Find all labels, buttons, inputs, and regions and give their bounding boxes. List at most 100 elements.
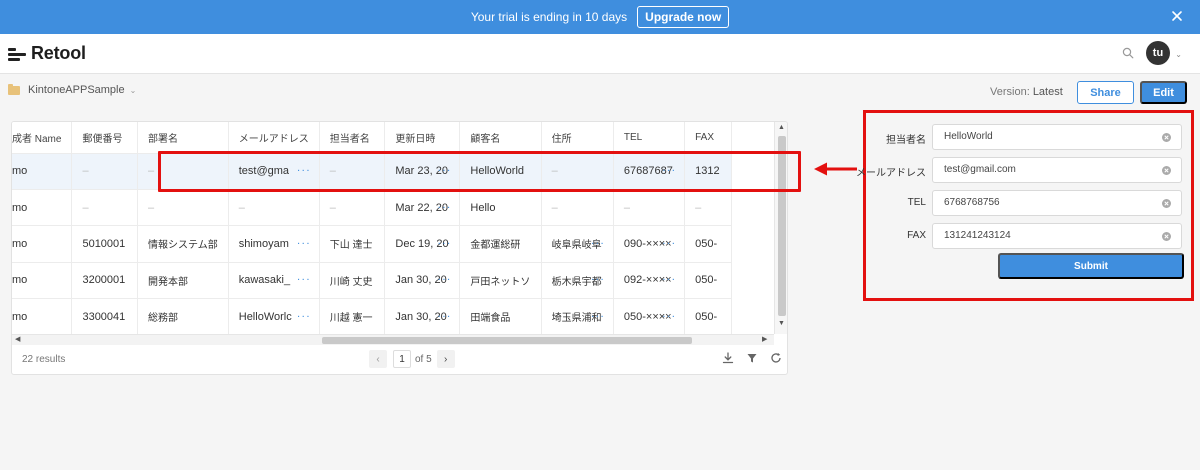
column-header[interactable]: 担当者名 (319, 122, 386, 154)
table-cell[interactable]: 岐阜県岐阜 ··· (541, 225, 614, 263)
table-cell[interactable]: 3300041 (71, 298, 139, 334)
clear-icon[interactable] (1162, 199, 1171, 208)
retool-logo[interactable]: Retool (8, 43, 86, 64)
next-page-button[interactable]: › (436, 350, 455, 368)
table-cell[interactable]: mo (12, 189, 73, 227)
table-cell[interactable]: 050-×××× ··· (613, 298, 686, 334)
column-header[interactable]: 部署名 (137, 122, 229, 154)
table-cell[interactable]: 埼玉県浦和 ··· (541, 298, 614, 334)
table-cell[interactable]: Hello (459, 189, 542, 227)
table-cell[interactable]: HelloWorlc ··· (228, 298, 320, 334)
more-icon[interactable]: ··· (662, 237, 676, 249)
app-selector[interactable]: KintoneAPPSample ⌄ (8, 83, 136, 96)
avatar[interactable]: tu (1146, 41, 1170, 65)
table-cell[interactable]: 開発本部 (137, 262, 229, 300)
table-cell[interactable]: mo (12, 262, 73, 300)
table-cell[interactable]: 090-×××× ··· (613, 225, 686, 263)
table-cell[interactable]: Jan 30, 20 ··· (384, 262, 461, 300)
fax-input[interactable]: 131241243124 (932, 223, 1182, 249)
scroll-down-icon[interactable]: ▼ (778, 320, 785, 327)
table-cell[interactable]: Jan 30, 20 ··· (384, 298, 461, 334)
more-icon[interactable]: ··· (662, 310, 676, 322)
search-icon[interactable] (1122, 47, 1134, 59)
column-header[interactable]: FAX (684, 122, 732, 154)
tel-input[interactable]: 6768768756 (932, 190, 1182, 216)
table-cell[interactable]: – (71, 189, 139, 227)
more-icon[interactable]: ··· (437, 201, 451, 213)
more-icon[interactable]: ··· (437, 237, 451, 249)
table-cell[interactable]: – (137, 189, 229, 227)
table-cell[interactable]: – (613, 189, 686, 227)
close-icon[interactable] (1170, 9, 1184, 23)
more-icon[interactable]: ··· (591, 274, 605, 286)
table-cell[interactable]: 3200001 (71, 262, 139, 300)
table-cell[interactable]: 5010001 (71, 225, 139, 263)
table-cell[interactable]: Mar 22, 20 ··· (384, 189, 461, 227)
table-cell[interactable]: mo (12, 153, 73, 190)
table-row[interactable]: mo 3200001 開発本部 kawasaki_ ··· 川崎 丈史 Jan 3… (12, 262, 732, 300)
submit-button[interactable]: Submit (998, 253, 1184, 279)
table-row[interactable]: mo – – – – Mar 22, 20 ··· Hello – – – (12, 189, 732, 227)
more-icon[interactable]: ··· (297, 274, 311, 286)
more-icon[interactable]: ··· (662, 274, 676, 286)
table-cell[interactable]: 川越 憲一 (319, 298, 386, 334)
table-cell[interactable]: 050- (684, 298, 732, 334)
table-cell[interactable]: 050- (684, 262, 732, 300)
page-input[interactable]: 1 (393, 350, 411, 368)
edit-button[interactable]: Edit (1140, 81, 1187, 104)
upgrade-button[interactable]: Upgrade now (637, 6, 730, 28)
table-cell[interactable]: – (319, 189, 386, 227)
clear-icon[interactable] (1162, 166, 1171, 175)
prev-page-button[interactable]: ‹ (369, 350, 387, 368)
more-icon[interactable]: ··· (297, 310, 311, 322)
more-icon[interactable]: ··· (591, 310, 605, 322)
version-indicator[interactable]: Version: Latest (990, 86, 1063, 98)
table-row[interactable]: mo 3300041 総務部 HelloWorlc ··· 川越 憲一 Jan 3… (12, 298, 732, 334)
table-cell[interactable]: 田端食品 (459, 298, 542, 334)
tantousha-input[interactable]: HelloWorld (932, 124, 1182, 150)
table-cell[interactable]: shimoyam ··· (228, 225, 320, 263)
column-header[interactable]: 郵便番号 (71, 122, 139, 154)
refresh-icon[interactable] (770, 352, 782, 364)
share-button[interactable]: Share (1077, 81, 1134, 104)
column-header[interactable]: 顧客名 (459, 122, 542, 154)
horizontal-scrollbar[interactable]: ◀ ▶ (12, 334, 774, 345)
column-header[interactable]: 更新日時 (384, 122, 461, 154)
table-cell[interactable]: kawasaki_ ··· (228, 262, 320, 300)
more-icon[interactable]: ··· (437, 274, 451, 286)
clear-icon[interactable] (1162, 133, 1171, 142)
clear-icon[interactable] (1162, 232, 1171, 241)
table-cell[interactable]: – (684, 189, 732, 227)
table-cell[interactable]: – (71, 153, 139, 190)
horizontal-scroll-thumb[interactable] (322, 337, 692, 344)
column-header[interactable]: TEL (613, 122, 686, 154)
table-cell[interactable]: 川崎 丈史 (319, 262, 386, 300)
table-cell[interactable]: 050- (684, 225, 732, 263)
column-header[interactable]: メールアドレス (228, 122, 320, 154)
download-icon[interactable] (722, 352, 734, 364)
table-cell[interactable]: 総務部 (137, 298, 229, 334)
table-cell[interactable]: 栃木県宇都 ··· (541, 262, 614, 300)
chevron-down-icon[interactable]: ⌄ (1175, 50, 1182, 59)
table-cell[interactable]: Dec 19, 20 ··· (384, 225, 461, 263)
scroll-right-icon[interactable]: ▶ (762, 335, 767, 343)
table-cell[interactable]: – (228, 189, 320, 227)
column-header[interactable]: 住所 (541, 122, 614, 154)
filter-icon[interactable] (746, 352, 758, 364)
table-cell[interactable]: 情報システム部 (137, 225, 229, 263)
table-cell[interactable]: – (541, 189, 614, 227)
table-row[interactable]: mo 5010001 情報システム部 shimoyam ··· 下山 達士 Dec… (12, 225, 732, 263)
more-icon[interactable]: ··· (591, 237, 605, 249)
table-cell[interactable]: mo (12, 298, 73, 334)
scroll-up-icon[interactable]: ▲ (778, 124, 785, 131)
table-cell[interactable]: 092-×××× ··· (613, 262, 686, 300)
more-icon[interactable]: ··· (437, 310, 451, 322)
email-input[interactable]: test@gmail.com (932, 157, 1182, 183)
more-icon[interactable]: ··· (297, 237, 311, 249)
table-cell[interactable]: 下山 達士 (319, 225, 386, 263)
table-cell[interactable]: mo (12, 225, 73, 263)
table-cell[interactable]: 戸田ネットソ (459, 262, 542, 300)
column-header[interactable]: 成者 Name (12, 122, 73, 154)
scroll-left-icon[interactable]: ◀ (15, 335, 20, 343)
table-cell[interactable]: 金都運総研 (459, 225, 542, 263)
